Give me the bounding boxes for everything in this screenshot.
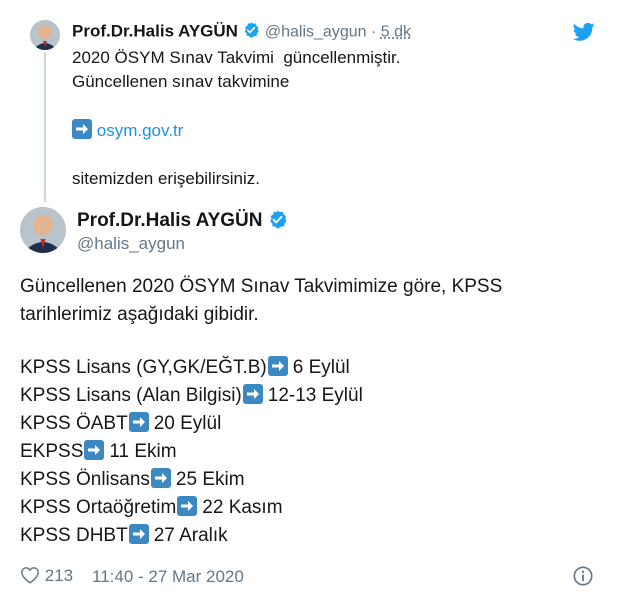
right-arrow-emoji-icon: [72, 119, 92, 139]
avatar-image: [30, 20, 60, 50]
exam-name: EKPSS: [20, 441, 84, 462]
avatar[interactable]: [30, 20, 60, 50]
info-icon[interactable]: [572, 565, 594, 587]
tweet-timestamp[interactable]: 11:40 - 27 Mar 2020: [92, 567, 244, 587]
verified-badge-icon: [242, 21, 260, 44]
exam-date: 11 Ekim: [109, 441, 177, 462]
quoted-tweet-line3: sitemizden erişebilirsiniz.: [72, 169, 261, 188]
exam-name: KPSS ÖABT: [20, 413, 128, 434]
exam-row: KPSS Önlisans 25 Ekim: [20, 468, 245, 491]
exam-date: 6 Eylül: [292, 357, 350, 378]
exam-row: KPSS DHBT 27 Aralık: [20, 524, 228, 547]
author-name[interactable]: Prof.Dr.Halis AYGÜN: [77, 210, 262, 231]
exam-date: 12-13 Eylül: [267, 385, 363, 406]
avatar-image: [20, 207, 66, 253]
main-tweet-author-row: Prof.Dr.Halis AYGÜN: [77, 209, 288, 235]
exam-name: KPSS Lisans (GY,GK/EĞT.B): [20, 357, 267, 378]
exam-row: KPSS Ortaöğretim 22 Kasım: [20, 496, 283, 519]
right-arrow-emoji-icon: [267, 356, 288, 376]
right-arrow-emoji-icon: [177, 496, 198, 516]
thread-connector-line: [44, 52, 46, 202]
right-arrow-emoji-icon: [84, 440, 105, 460]
like-count: 213: [44, 566, 74, 585]
quoted-tweet-header: Prof.Dr.Halis AYGÜN @halis_aygun · 5 dk: [72, 21, 411, 44]
exam-name: KPSS Lisans (Alan Bilgisi): [20, 385, 242, 406]
exam-name: KPSS Önlisans: [20, 469, 150, 490]
quoted-tweet-line1: 2020 ÖSYM Sınav Takvimi güncellenmiştir.: [72, 48, 401, 67]
quoted-tweet-line2: Güncellenen sınav takvimine: [72, 72, 290, 91]
author-name[interactable]: Prof.Dr.Halis AYGÜN: [72, 22, 238, 41]
right-arrow-emoji-icon: [150, 468, 171, 488]
exam-row: EKPSS 11 Ekim: [20, 440, 177, 463]
heart-icon: [20, 566, 40, 589]
exam-date: 20 Eylül: [153, 413, 222, 434]
main-tweet-intro-line2: tarihlerimiz aşağıdaki gibidir.: [20, 304, 259, 325]
exam-date: 22 Kasım: [202, 497, 283, 518]
exam-row: KPSS Lisans (Alan Bilgisi) 12-13 Eylül: [20, 384, 363, 407]
exam-name: KPSS Ortaöğretim: [20, 497, 177, 518]
exam-date: 25 Ekim: [175, 469, 245, 490]
right-arrow-emoji-icon: [128, 412, 149, 432]
author-handle[interactable]: @halis_aygun: [265, 24, 367, 41]
exam-date: 27 Aralık: [153, 525, 228, 546]
exam-name: KPSS DHBT: [20, 525, 128, 546]
exam-row: KPSS ÖABT 20 Eylül: [20, 412, 221, 435]
tweet-time[interactable]: 5 dk: [381, 24, 411, 41]
verified-badge-icon: [267, 209, 288, 235]
right-arrow-emoji-icon: [242, 384, 263, 404]
author-handle[interactable]: @halis_aygun: [77, 234, 185, 254]
separator-dot: ·: [370, 23, 377, 41]
exam-row: KPSS Lisans (GY,GK/EĞT.B) 6 Eylül: [20, 356, 350, 379]
right-arrow-emoji-icon: [128, 524, 149, 544]
quoted-tweet-link-row: osym.gov.tr: [72, 119, 183, 142]
twitter-bird-icon[interactable]: [572, 22, 595, 42]
avatar[interactable]: [20, 207, 66, 253]
like-button[interactable]: 213: [20, 566, 73, 589]
main-tweet-intro-line1: Güncellenen 2020 ÖSYM Sınav Takvimimize …: [20, 276, 503, 297]
osym-link[interactable]: osym.gov.tr: [97, 121, 184, 140]
